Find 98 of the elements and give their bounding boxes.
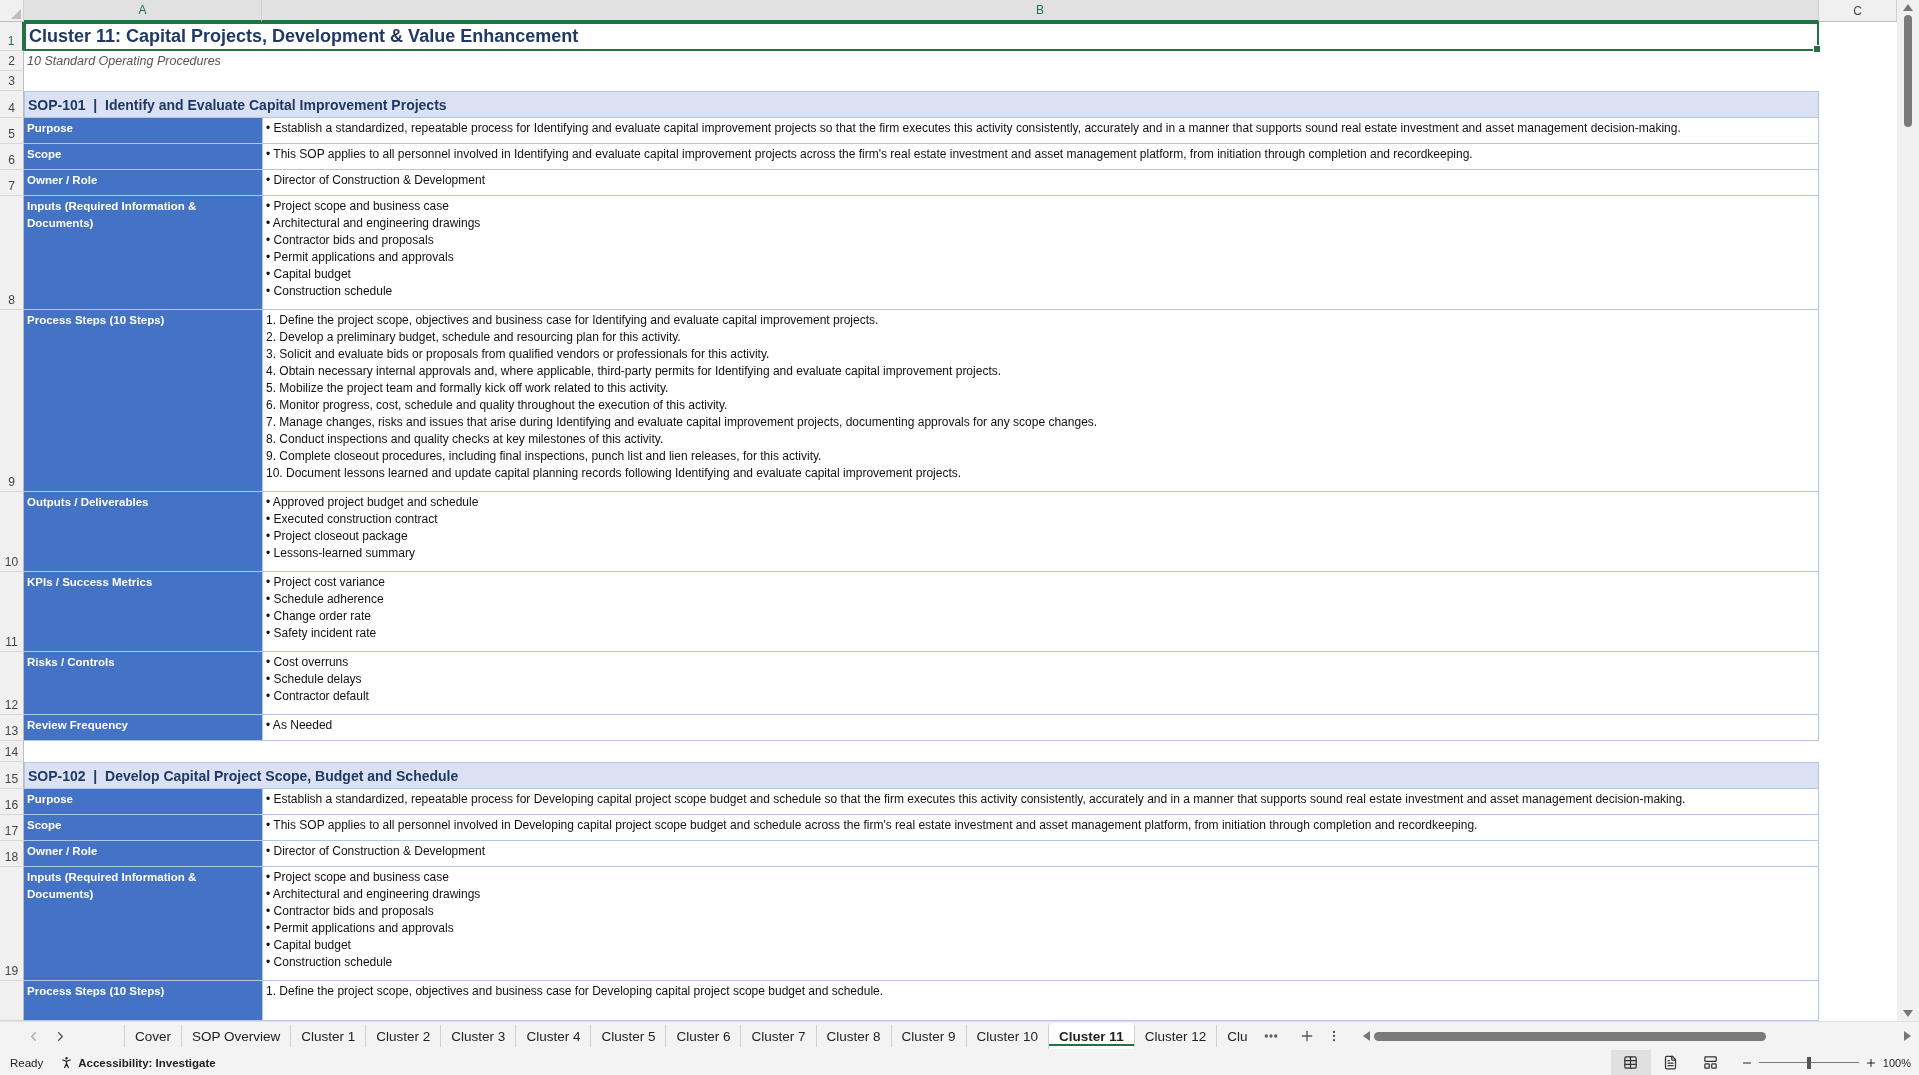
zoom-level[interactable]: 100% [1882,1056,1911,1069]
row-number[interactable]: 13 [0,715,24,741]
field-label: Process Steps (10 Steps) [24,981,262,1021]
cell-line: • Establish a standardized, repeatable process for Identifying and evaluate capital improvement projects so that the firm executes this activity consistently, accurately and in a manner that supports sound real estate investment and asset management decision-making. [266,120,1682,137]
row-number[interactable]: 8 [0,196,24,310]
row-number[interactable]: 3 [0,71,24,91]
field-label: Outputs / Deliverables [24,492,262,572]
cell-line: • Executed construction contract [266,511,439,528]
cell-line: • Capital budget [266,266,352,283]
sheet-tab[interactable]: Cluster 12 [1133,1025,1217,1047]
cell-line: 7. Manage changes, risks and issues that arise during Identifying and evaluate capital improvement projects, documenting approvals for any scope changes. [266,414,1099,431]
section-heading: SOP-101 | Identify and Evaluate Capital Improvement Projects [24,91,1819,118]
cell-line: • Director of Construction & Development [266,172,486,189]
field-label: Risks / Controls [24,652,262,715]
status-text: Ready [10,1056,44,1069]
cell-line: 1. Define the project scope, objectives and business case for Developing capital project scope budget and schedule. [266,983,885,1000]
sheet-title[interactable]: Cluster 11: Capital Projects, Development & Value Enhancement [24,22,1819,51]
cell-line: • Project scope and business case [266,869,450,886]
column-header[interactable]: B [262,0,1819,22]
cell-line: • Construction schedule [266,283,394,300]
field-label: Owner / Role [24,841,262,867]
cell-line: • Director of Construction & Development [266,843,486,860]
row-number[interactable]: 6 [0,144,24,170]
cell-line: • Construction schedule [266,954,394,971]
row-number[interactable]: 10 [0,492,24,572]
field-label: Scope [24,815,262,841]
sheet-tab[interactable]: Cluster 7 [740,1025,816,1047]
row-number[interactable]: 4 [0,91,24,118]
cell-line: • Schedule adherence [266,591,385,608]
row-number[interactable]: 12 [0,652,24,715]
row-number[interactable]: 2 [0,51,24,71]
row-number[interactable]: 19 [0,867,24,981]
cell-line: • Safety incident rate [266,625,378,642]
field-label: Purpose [24,118,262,144]
column-header[interactable]: A [24,0,262,22]
cell-line: • This SOP applies to all personnel involved in Developing capital project scope budget and schedule across the firm's real estate investment and asset management platform, from initiation through completion and recordkeeping. [266,817,1479,834]
field-label: Purpose [24,789,262,815]
cell-line: 5. Mobilize the project team and formally kick off work related to this activity. [266,380,670,397]
row-number[interactable]: 7 [0,170,24,196]
cell-line: 8. Conduct inspections and quality checks at key milestones of this activity. [266,431,665,448]
cell-line: • Architectural and engineering drawings [266,215,482,232]
row-number[interactable]: 9 [0,310,24,492]
cell-line: • Architectural and engineering drawings [266,886,482,903]
sheet-subtitle: 10 Standard Operating Procedures [26,53,222,70]
sheet-tab[interactable]: Cluster 6 [665,1025,741,1047]
cell-line: 1. Define the project scope, objectives and business case for Identifying and evaluate capital improvement projects. [266,312,880,329]
column-header[interactable]: C [1819,0,1897,22]
field-label: Owner / Role [24,170,262,196]
field-label: Inputs (Required Information & Documents) [24,867,262,981]
cell-line: • Permit applications and approvals [266,920,455,937]
row-number[interactable]: 11 [0,572,24,652]
row-number[interactable]: 17 [0,815,24,841]
field-label: Scope [24,144,262,170]
cell-line: • Approved project budget and schedule [266,494,480,511]
cell-line: • Project scope and business case [266,198,450,215]
cell-line: 4. Obtain necessary internal approvals and, where applicable, third-party permits for Identifying and evaluate capital improvement projects. [266,363,1003,380]
field-label: KPIs / Success Metrics [24,572,262,652]
cell-line: • Contractor default [266,688,370,705]
cell-line: 6. Monitor progress, cost, schedule and quality throughout the execution of this activity. [266,397,729,414]
cell-line: • Establish a standardized, repeatable process for Developing capital project scope budget and schedule so that the firm executes this activity consistently, accurately and in a manner that supports sound real estate investment and asset management decision-making. [266,791,1687,808]
row-number[interactable]: 1 [0,22,24,51]
cell-line: • As Needed [266,717,334,734]
cell-line: • Capital budget [266,937,352,954]
sheet-tab[interactable]: Cluster 2 [365,1025,441,1047]
row-number[interactable]: 14 [0,741,24,762]
field-label: Process Steps (10 Steps) [24,310,262,492]
sheet-tab[interactable]: Clu [1216,1025,1258,1047]
cell-line: • Permit applications and approvals [266,249,455,266]
sheet-tab[interactable]: Cluster 3 [440,1025,516,1047]
cell-line: 2. Develop a preliminary budget, schedule and resourcing plan for this activity. [266,329,682,346]
cell-line: • Schedule delays [266,671,363,688]
sheet-tab[interactable]: Cluster 5 [590,1025,666,1047]
cell-line: 3. Solicit and evaluate bids or proposals from qualified vendors or professionals for this activity. [266,346,771,363]
cell-line: • Contractor bids and proposals [266,232,435,249]
section-heading: SOP-102 | Develop Capital Project Scope, Budget and Schedule [24,762,1819,789]
cell-line: • Change order rate [266,608,372,625]
field-label: Review Frequency [24,715,262,741]
sheet-tab[interactable]: Cover [124,1025,181,1047]
accessibility-status[interactable]: Accessibility: Investigate [78,1056,216,1069]
sheet-tab[interactable]: SOP Overview [181,1025,291,1047]
cell-line: • Lessons-learned summary [266,545,416,562]
sheet-tab[interactable]: Cluster 9 [890,1025,966,1047]
cell-line: 9. Complete closeout procedures, including final inspections, punch list and lien releases, for this activity. [266,448,823,465]
sheet-tab[interactable]: Cluster 1 [290,1025,366,1047]
row-number[interactable]: 18 [0,841,24,867]
sheet-tab[interactable]: Cluster 11 [1048,1023,1134,1049]
row-number[interactable]: 5 [0,118,24,144]
cell-line: • This SOP applies to all personnel involved in Identifying and evaluate capital improvement projects across the firm's real estate investment and asset management platform, from initiation through completion and recordkeeping. [266,146,1474,163]
sheet-tab[interactable]: Cluster 4 [515,1025,591,1047]
cell-line: • Cost overruns [266,654,350,671]
field-label: Inputs (Required Information & Documents) [24,196,262,310]
cell-line: • Project cost variance [266,574,386,591]
cell-line: 10. Document lessons learned and update capital planning records following Identifying and evaluate capital improvement projects. [266,465,963,482]
sheet-tab[interactable]: Cluster 8 [815,1025,891,1047]
row-number[interactable]: 15 [0,762,24,789]
row-number[interactable]: 16 [0,789,24,815]
cell-line: • Contractor bids and proposals [266,903,435,920]
cell-line: • Project closeout package [266,528,409,545]
